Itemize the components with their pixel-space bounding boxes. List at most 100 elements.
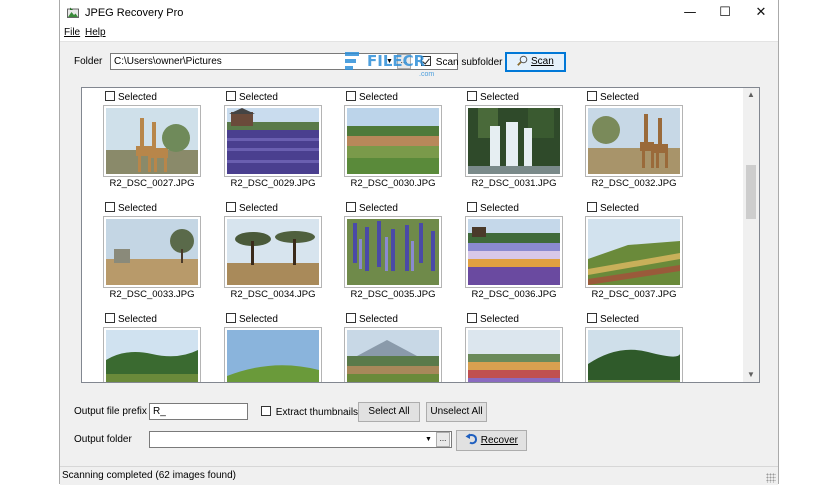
thumbnail-select[interactable]: Selected — [105, 91, 157, 103]
recover-button[interactable]: Recover — [456, 430, 527, 451]
thumbnail-item[interactable]: Selected — [323, 310, 442, 382]
close-button[interactable]: ✕ — [743, 0, 779, 26]
thumbnail-select-label: Selected — [480, 314, 519, 325]
unselect-all-button[interactable]: Unselect All — [426, 402, 487, 422]
thumbnail-select[interactable]: Selected — [105, 202, 157, 214]
thumbnail-select[interactable]: Selected — [587, 91, 639, 103]
thumbnail-select-checkbox[interactable] — [105, 202, 115, 212]
thumbnail-item[interactable]: Selected R2_DSC_0027.JPG — [82, 88, 201, 193]
thumbnail-select[interactable]: Selected — [467, 91, 519, 103]
menu-bar: File Help — [60, 26, 778, 42]
thumbnail-filename: R2_DSC_0035.JPG — [350, 289, 436, 300]
thumbnail-select-checkbox[interactable] — [346, 91, 356, 101]
thumbnail-select[interactable]: Selected — [587, 202, 639, 214]
scan-button-label: Scan — [530, 56, 554, 67]
title-bar: JPEG Recovery Pro — ☐ ✕ — [60, 0, 778, 26]
scroll-thumb[interactable] — [746, 165, 756, 219]
thumbnail-image-frame[interactable] — [585, 216, 683, 288]
thumbnail-select-checkbox[interactable] — [226, 202, 236, 212]
menu-file[interactable]: File — [64, 27, 80, 38]
thumbnail-item[interactable]: Selected R2_DSC_0037.JPG — [564, 199, 683, 304]
thumbnail-image-frame[interactable] — [344, 327, 442, 382]
output-prefix-input[interactable]: R_ — [149, 403, 248, 420]
thumbnail-item[interactable]: Selected R2_DSC_0032.JPG — [564, 88, 683, 193]
menu-help[interactable]: Help — [85, 27, 106, 38]
thumbnail-image — [106, 108, 198, 174]
thumbnail-item[interactable]: Selected R2_DSC_0034.JPG — [203, 199, 322, 304]
thumbnail-select-label: Selected — [118, 203, 157, 214]
thumbnail-select[interactable]: Selected — [467, 202, 519, 214]
extract-thumbnails-option[interactable]: Extract thumbnails — [261, 406, 358, 418]
thumbnail-item[interactable]: Selected R2_DSC_0033.JPG — [82, 199, 201, 304]
thumbnail-image — [347, 219, 439, 285]
thumbnail-select-checkbox[interactable] — [226, 91, 236, 101]
thumbnail-image-frame[interactable] — [103, 216, 201, 288]
thumbnail-item[interactable]: Selected R2_DSC_0029.JPG — [203, 88, 322, 193]
thumbnail-select[interactable]: Selected — [467, 313, 519, 325]
thumbnail-select-checkbox[interactable] — [105, 91, 115, 101]
thumbnail-item[interactable]: Selected — [564, 310, 683, 382]
thumbnail-select[interactable]: Selected — [105, 313, 157, 325]
minimize-button[interactable]: — — [672, 0, 708, 26]
thumbnail-image-frame[interactable] — [224, 327, 322, 382]
thumbnail-gallery[interactable]: Selected Selected Selected Selected Selected… — [81, 87, 760, 383]
thumbnail-image — [588, 219, 680, 285]
thumbnail-select-checkbox[interactable] — [346, 202, 356, 212]
thumbnail-image-frame[interactable] — [344, 216, 442, 288]
thumbnail-image — [468, 108, 560, 174]
thumbnail-select-checkbox[interactable] — [467, 202, 477, 212]
thumbnail-select[interactable]: Selected — [346, 313, 398, 325]
thumbnail-select[interactable]: Selected — [226, 91, 278, 103]
thumbnail-item[interactable]: Selected — [444, 310, 563, 382]
thumbnail-select-checkbox[interactable] — [467, 313, 477, 323]
thumbnail-image — [588, 108, 680, 174]
scroll-up-icon[interactable]: ▲ — [743, 88, 759, 102]
resize-grip-icon[interactable] — [766, 473, 776, 483]
thumbnail-image-frame[interactable] — [585, 105, 683, 177]
output-folder-dropdown-arrow-icon[interactable]: ▼ — [422, 432, 435, 447]
thumbnail-item[interactable]: Selected R2_DSC_0035.JPG — [323, 199, 442, 304]
output-folder-input[interactable] — [149, 431, 452, 448]
thumbnail-image-frame[interactable] — [224, 105, 322, 177]
thumbnail-select[interactable]: Selected — [226, 313, 278, 325]
output-folder-browse-button[interactable]: ... — [436, 432, 450, 447]
select-all-button[interactable]: Select All — [358, 402, 420, 422]
thumbnail-select-checkbox[interactable] — [105, 313, 115, 323]
thumbnail-image — [106, 219, 198, 285]
thumbnail-image-frame[interactable] — [585, 327, 683, 382]
thumbnail-select[interactable]: Selected — [346, 202, 398, 214]
thumbnail-item[interactable]: Selected — [82, 310, 201, 382]
thumbnail-image-frame[interactable] — [103, 105, 201, 177]
thumbnail-image-frame[interactable] — [344, 105, 442, 177]
thumbnail-select-checkbox[interactable] — [587, 202, 597, 212]
magnifier-icon — [517, 55, 528, 66]
recover-arrow-icon — [465, 433, 477, 445]
thumbnail-image-frame[interactable] — [103, 327, 201, 382]
thumbnail-image-frame[interactable] — [465, 216, 563, 288]
thumbnail-select-checkbox[interactable] — [346, 313, 356, 323]
thumbnail-select[interactable]: Selected — [346, 91, 398, 103]
thumbnail-item[interactable]: Selected R2_DSC_0030.JPG — [323, 88, 442, 193]
thumbnail-image-frame[interactable] — [465, 105, 563, 177]
thumbnail-select[interactable]: Selected — [226, 202, 278, 214]
thumbnail-image — [347, 108, 439, 174]
scroll-down-icon[interactable]: ▼ — [743, 368, 759, 382]
maximize-button[interactable]: ☐ — [707, 0, 743, 26]
thumbnail-image — [227, 219, 319, 285]
filecr-logo-icon — [345, 52, 359, 70]
thumbnail-select-checkbox[interactable] — [587, 313, 597, 323]
thumbnail-item[interactable]: Selected R2_DSC_0031.JPG — [444, 88, 563, 193]
thumbnail-select-checkbox[interactable] — [226, 313, 236, 323]
thumbnail-item[interactable]: Selected R2_DSC_0036.JPG — [444, 199, 563, 304]
output-folder-label: Output folder — [74, 434, 132, 445]
extract-thumbnails-checkbox[interactable] — [261, 406, 271, 416]
thumbnail-item[interactable]: Selected — [203, 310, 322, 382]
thumbnail-select[interactable]: Selected — [587, 313, 639, 325]
thumbnail-image-frame[interactable] — [224, 216, 322, 288]
thumbnail-image-frame[interactable] — [465, 327, 563, 382]
gallery-scrollbar[interactable]: ▲ ▼ — [743, 88, 759, 382]
thumbnail-select-label: Selected — [239, 92, 278, 103]
scan-button[interactable]: Scan — [505, 52, 566, 72]
thumbnail-select-checkbox[interactable] — [587, 91, 597, 101]
thumbnail-select-checkbox[interactable] — [467, 91, 477, 101]
